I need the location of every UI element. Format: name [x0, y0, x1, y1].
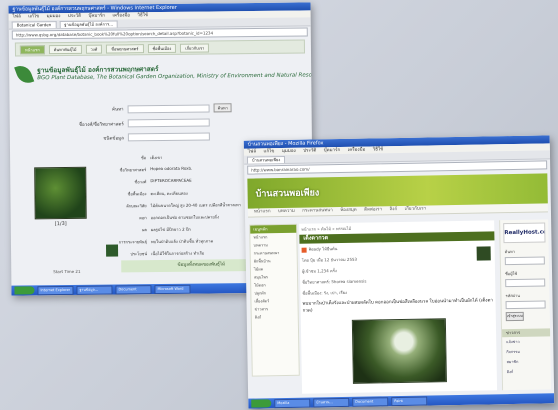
- search-button[interactable]: ค้นหา: [213, 103, 232, 113]
- nav-botanical-name[interactable]: ชื่อพฤกษศาสตร์: [106, 43, 144, 54]
- article-meta-text: Ready ไม้ยืนต้น: [308, 246, 338, 252]
- search-form: ค้นหา ค้นหา ชื่อวงศ์/ชื่อวิทยาศาสตร์ ชนิ…: [68, 103, 248, 148]
- author-avatar: [476, 246, 491, 261]
- taskbar-item[interactable]: Document: [115, 284, 152, 294]
- menu-tools[interactable]: เครื่องมือ: [112, 13, 130, 18]
- menu-history[interactable]: ประวัติ: [68, 14, 81, 19]
- nav-local-name[interactable]: ชื่อพื้นเมือง: [147, 43, 177, 53]
- site-nav: หน้าแรก ค้นหาพันธุ์ไม้ วงศ์ ชื่อพฤกษศาสต…: [14, 39, 306, 57]
- menu-help[interactable]: วิธีใช้: [137, 13, 148, 18]
- detail-label: ชื่อ: [140, 155, 147, 161]
- tab-garden-site[interactable]: บ้านสวนพอเพียง: [246, 155, 286, 164]
- site-menu-item[interactable]: กระดานสนทนา: [302, 208, 333, 214]
- menu-view[interactable]: มุมมอง: [282, 149, 296, 154]
- share-icon[interactable]: [301, 247, 307, 253]
- taskbar-item[interactable]: Internet Explorer: [37, 285, 74, 295]
- taskbar-item[interactable]: Paint: [391, 396, 428, 406]
- detail-label: ชื่อพื้นเมือง: [127, 191, 147, 197]
- search-label: ค้นหา: [111, 107, 124, 113]
- browser-window-garden-site: บ้านสวนพอเพียง - Mozilla Firefox ไฟล์ แก…: [243, 135, 555, 409]
- photo-background: ฐานข้อมูลพันธุ์ไม้ องค์การสวนพฤกษศาสตร์ …: [0, 0, 558, 410]
- site-menu-item[interactable]: บทความ: [278, 209, 295, 214]
- nav-home[interactable]: หน้าแรก: [19, 44, 45, 54]
- plant-photo[interactable]: [34, 166, 87, 220]
- article-body: พบมากในป่าเต็งรังและป่าผสมผลัดใบ ดอกออกเ…: [302, 298, 493, 314]
- article-content: หน้าแรก » ต้นไม้ » พรรณไม้ เต็งตากวด Rea…: [299, 220, 498, 394]
- menu-bookmarks[interactable]: บุ๊คมาร์ก: [88, 14, 105, 19]
- left-sidebar: เมนูหลัก หน้าแรก บทความ กระดานสนทนา ผักพ…: [249, 223, 300, 377]
- taskbar-item[interactable]: บ้านสวน...: [313, 397, 350, 408]
- start-button[interactable]: [14, 286, 35, 295]
- taskbar-item[interactable]: Mozilla: [274, 398, 311, 408]
- tab-botanical-garden[interactable]: Botanical Garden: [11, 20, 57, 29]
- ad-banner[interactable]: ReallyHost.com: [503, 222, 546, 244]
- site-menu-item[interactable]: เกี่ยวกับเรา: [405, 207, 427, 212]
- address-bar[interactable]: http://www.qsbg.org/database/botanic_boo…: [11, 27, 308, 40]
- login-button[interactable]: เข้าสู่ระบบ: [505, 311, 524, 322]
- family-label: ชื่อวงศ์/ชื่อวิทยาศาสตร์: [78, 121, 124, 128]
- nav-family[interactable]: วงศ์: [85, 44, 103, 54]
- leaf-logo-icon: [14, 62, 35, 87]
- search-label: ค้นหา: [504, 248, 515, 255]
- detail-label: ดอก: [139, 215, 147, 221]
- menu-tools[interactable]: เครื่องมือ: [348, 148, 366, 153]
- detail-label: ผล: [142, 227, 147, 233]
- site-menu-item[interactable]: ห้องสมุด: [340, 208, 357, 213]
- menu-history[interactable]: ประวัติ: [303, 148, 316, 153]
- right-sidebar: ReallyHost.com ค้นหา ชื่อผู้ใช้ รหัสผ่าน…: [499, 219, 552, 391]
- news-link[interactable]: ลิงก์: [503, 366, 551, 377]
- type-label: ชนิดข้อมูล: [103, 135, 124, 142]
- form-row: ชื่อวงศ์/ชื่อวิทยาศาสตร์: [68, 118, 248, 128]
- site-menu-item[interactable]: หน้าแรก: [254, 209, 271, 214]
- password-label: รหัสผ่าน: [505, 292, 521, 299]
- taskbar-item[interactable]: ฐานข้อมูล...: [76, 285, 113, 295]
- plant-thumbnail[interactable]: [105, 244, 119, 257]
- menu-edit[interactable]: แก้ไข: [263, 149, 274, 154]
- family-select[interactable]: [127, 118, 210, 128]
- site-banner: บ้านสวนพอเพียง: [247, 173, 548, 209]
- site-title[interactable]: บ้านสวนพอเพียง: [255, 185, 320, 200]
- menu-file[interactable]: ไฟล์: [13, 14, 21, 19]
- taskbar: Mozilla บ้านสวน... Document Paint: [248, 393, 555, 409]
- username-label: ชื่อผู้ใช้: [505, 270, 518, 277]
- type-select[interactable]: [127, 132, 210, 142]
- menu-edit[interactable]: แก้ไข: [28, 14, 39, 19]
- site-menu-item[interactable]: ลิงก์: [389, 207, 397, 212]
- detail-label: ลักษณะวิสัย: [126, 203, 147, 209]
- nav-search[interactable]: ค้นหาพันธุ์ไม้: [48, 44, 82, 54]
- menu-file[interactable]: ไฟล์: [248, 149, 256, 154]
- nav-about[interactable]: เกี่ยวกับเรา: [180, 42, 210, 53]
- footer-text: Start Time 21: [53, 268, 81, 275]
- detail-label: ชื่อวิทยาศาสตร์: [119, 167, 147, 173]
- form-row: ชนิดข้อมูล: [68, 132, 248, 142]
- password-field[interactable]: [505, 300, 546, 310]
- menu-view[interactable]: มุมมอง: [47, 14, 61, 19]
- detail-label: ชื่อวงศ์: [134, 179, 147, 185]
- site-menu-item[interactable]: ติดต่อเรา: [364, 207, 382, 212]
- taskbar-item[interactable]: Document: [352, 396, 389, 407]
- article-plant-image[interactable]: [351, 318, 447, 384]
- menu-bookmarks[interactable]: บุ๊คมาร์ก: [324, 148, 341, 153]
- page-header: ฐานข้อมูลพันธุ์ไม้ องค์การสวนพฤกษศาสตร์ …: [14, 59, 314, 94]
- menu-help[interactable]: วิธีใช้: [373, 147, 384, 152]
- taskbar-item[interactable]: Microsoft Word: [154, 284, 191, 294]
- form-row: ค้นหา ค้นหา: [68, 103, 248, 114]
- image-index: [1/3]: [54, 220, 67, 228]
- start-button[interactable]: [251, 399, 272, 408]
- sidebar-item[interactable]: ลิงก์: [252, 313, 298, 322]
- username-field[interactable]: [505, 278, 546, 288]
- search-input[interactable]: [127, 103, 210, 113]
- tab-plant-database[interactable]: ฐานข้อมูลพันธุ์ไม้ องค์การ...: [59, 19, 119, 28]
- search-input[interactable]: [504, 256, 545, 266]
